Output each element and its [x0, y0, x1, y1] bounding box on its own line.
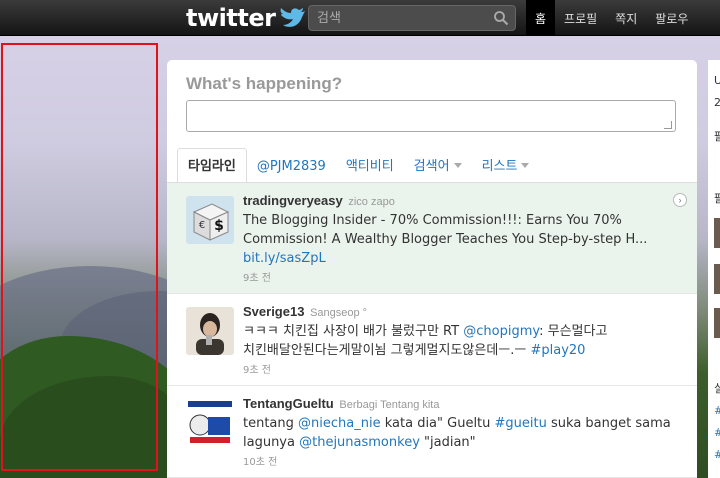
tweet-username[interactable]: tradingveryeasy — [243, 193, 343, 208]
search-icon[interactable] — [493, 10, 509, 26]
tweet-text-part: kata dia" Gueltu — [380, 416, 495, 431]
nav-following[interactable]: 팔로우 — [646, 0, 697, 36]
tweet-header: TentangGueltu Berbagi Tentang kita — [243, 395, 687, 414]
tweet-item[interactable]: TentangGueltu Berbagi Tentang kita tenta… — [167, 386, 697, 478]
sidebar-hashtag[interactable]: # — [714, 448, 720, 461]
tweet-header: Sverige13 Sangseop ° — [243, 303, 687, 322]
sidebar-hashtag[interactable]: # — [714, 404, 720, 417]
avatar[interactable] — [186, 307, 234, 355]
tweet-timestamp[interactable]: 9초 전 — [243, 361, 687, 376]
tweet-text-part: tentang — [243, 416, 299, 431]
twitter-logo[interactable]: twitter — [186, 4, 306, 32]
nav-home[interactable]: 홈 — [526, 0, 556, 36]
avatar[interactable]: $ € — [186, 196, 234, 244]
svg-text:€: € — [199, 220, 205, 231]
tweet-line: Commission! A Wealthy Blogger Teaches Yo… — [243, 232, 648, 247]
tweet-timestamp[interactable]: 10초 전 — [243, 453, 687, 468]
tweet-item[interactable]: Sverige13 Sangseop ° ㅋㅋㅋ 치킨집 사장이 배가 불렀구만… — [167, 294, 697, 386]
compose-textarea[interactable] — [186, 100, 676, 132]
sidebar-hashtag[interactable]: # — [714, 426, 720, 439]
logo-text: twitter — [186, 4, 276, 32]
sidebar-text: 팔 — [714, 130, 720, 143]
tweet-hashtag[interactable]: #gueitu — [495, 416, 547, 431]
avatar[interactable] — [186, 399, 234, 447]
tweet-link[interactable]: bit.ly/sasZpL — [243, 251, 326, 266]
sidebar-text: 실 — [714, 382, 720, 395]
red-highlight-frame — [1, 43, 158, 471]
tweet-mention[interactable]: @thejunasmonkey — [299, 435, 420, 450]
tweet-text: tentang @niecha_nie kata dia" Gueltu #gu… — [243, 414, 687, 452]
tweet-text-part: suka banget sama — [546, 416, 671, 431]
resize-grip[interactable] — [664, 121, 672, 129]
chevron-down-icon — [521, 163, 530, 168]
sidebar-text: 2 — [714, 96, 720, 109]
chevron-right-icon[interactable]: › — [673, 193, 687, 207]
chevron-down-icon — [453, 163, 462, 168]
sidebar-text: U — [714, 74, 720, 87]
tweet-username[interactable]: TentangGueltu — [243, 396, 334, 411]
svg-text:$: $ — [214, 218, 224, 234]
sidebar-text: 팔 — [714, 192, 720, 205]
tweet-hashtag[interactable]: #play20 — [530, 343, 585, 358]
search-box[interactable] — [308, 5, 516, 31]
main-panel: What's happening? 타임라인 @PJM2839 액티비티 검색어… — [167, 60, 697, 478]
person-photo-icon — [186, 307, 234, 355]
tab-timeline[interactable]: 타임라인 — [177, 148, 247, 182]
nav-profile[interactable]: 프로필 — [555, 0, 606, 36]
timeline-tabs: 타임라인 @PJM2839 액티비티 검색어 리스트 — [177, 148, 540, 182]
tweet-fullname: Berbagi Tentang kita — [339, 399, 440, 411]
tweet-mention[interactable]: @chopigmy — [463, 324, 539, 339]
tab-searches[interactable]: 검색어 — [404, 155, 472, 182]
tab-label: @PJM2839 — [256, 159, 326, 174]
bird-icon — [281, 8, 306, 27]
tweet-line: The Blogging Insider - 70% Commission!!!… — [243, 213, 622, 228]
right-sidebar: U 2 팔 팔 실 # # # — [708, 60, 720, 478]
tab-label: 검색어 — [413, 159, 450, 174]
tweet-fullname: Sangseop ° — [310, 307, 368, 319]
tweet-text-part: lagunya — [243, 435, 300, 450]
sidebar-thumbnail[interactable] — [714, 308, 720, 338]
top-bar: twitter 홈 프로필 쪽지 팔로우 — [0, 0, 720, 36]
tweet-text: The Blogging Insider - 70% Commission!!!… — [243, 211, 687, 268]
sidebar-thumbnail[interactable] — [714, 264, 720, 294]
tweet-text-part: "jadian" — [419, 435, 476, 450]
compose-label: What's happening? — [186, 74, 343, 93]
tweet-fullname: zico zapo — [348, 196, 395, 208]
sidebar-thumbnail[interactable] — [714, 218, 720, 248]
search-input[interactable] — [309, 6, 489, 30]
tweet-header: tradingveryeasy zico zapo — [243, 192, 687, 211]
tweet-item[interactable]: $ € tradingveryeasy zico zapo The Bloggi… — [167, 183, 697, 294]
top-nav: 홈 프로필 쪽지 팔로우 — [526, 0, 697, 36]
tweet-text-part: 치킨배달안된다는게말이뇜 그렇게멀지도않은데ㅡ.ㅡ — [243, 343, 531, 358]
tweet-text-part: : 무슨멀다고 — [539, 324, 608, 339]
nav-messages[interactable]: 쪽지 — [606, 0, 646, 36]
tweet-timestamp[interactable]: 9초 전 — [243, 269, 687, 284]
tweet-text-part: ㅋㅋㅋ 치킨집 사장이 배가 불렀구만 RT — [243, 324, 464, 339]
tweet-mention[interactable]: @niecha_nie — [298, 416, 381, 431]
tab-label: 액티비티 — [345, 159, 394, 174]
gueitu-logo-icon — [186, 399, 234, 447]
tab-label: 리스트 — [481, 159, 518, 174]
tweet-text: ㅋㅋㅋ 치킨집 사장이 배가 불렀구만 RT @chopigmy: 무슨멀다고 … — [243, 322, 687, 360]
tab-label: 타임라인 — [188, 159, 236, 174]
tweet-username[interactable]: Sverige13 — [243, 304, 304, 319]
dice-dollar-icon: $ € — [186, 196, 234, 244]
tweet-list: $ € tradingveryeasy zico zapo The Bloggi… — [167, 183, 697, 478]
tab-lists[interactable]: 리스트 — [472, 155, 540, 182]
tab-activity[interactable]: 액티비티 — [336, 155, 404, 182]
tab-mentions[interactable]: @PJM2839 — [247, 159, 336, 182]
